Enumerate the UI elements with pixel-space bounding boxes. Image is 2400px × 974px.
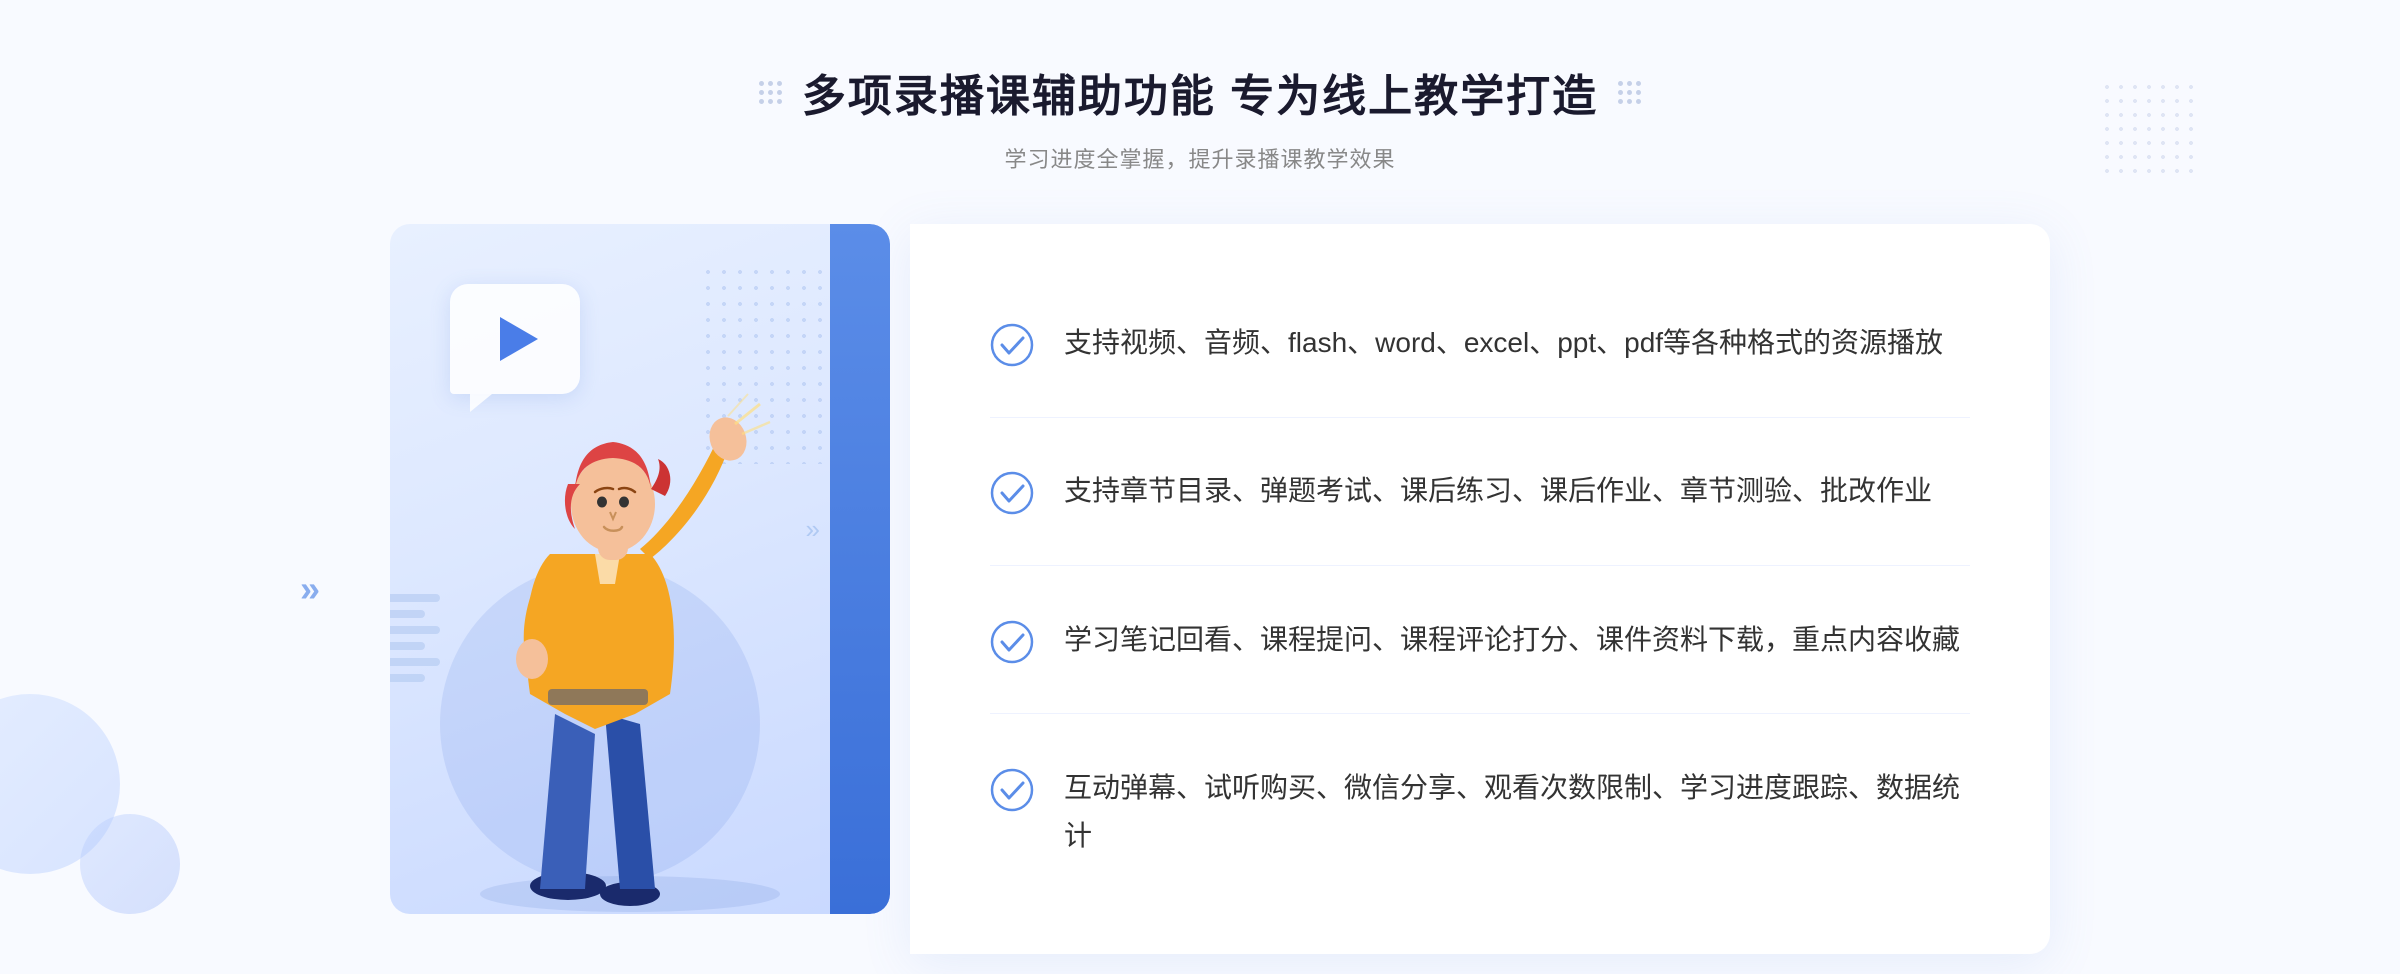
dot-deco xyxy=(1627,81,1632,86)
header-section: 多项录播课辅助功能 专为线上教学打造 xyxy=(759,60,1641,174)
feature-item-3: 学习笔记回看、课程提问、课程评论打分、课件资料下载，重点内容收藏 xyxy=(990,596,1970,684)
content-panel: 支持视频、音频、flash、word、excel、ppt、pdf等各种格式的资源… xyxy=(910,224,2050,954)
feature-item-4: 互动弹幕、试听购买、微信分享、观看次数限制、学习进度跟踪、数据统计 xyxy=(990,744,1970,879)
dot-deco xyxy=(759,90,764,95)
dot-deco xyxy=(768,81,773,86)
dot-deco xyxy=(1627,99,1632,104)
dot-deco xyxy=(1618,81,1623,86)
header-title-row: 多项录播课辅助功能 专为线上教学打造 xyxy=(759,60,1641,124)
dot-deco xyxy=(1627,90,1632,95)
feature-item-2: 支持章节目录、弹题考试、课后练习、课后作业、章节测验、批改作业 xyxy=(990,447,1970,535)
dot-deco xyxy=(1618,99,1623,104)
dot-deco xyxy=(1636,81,1641,86)
page-container: 多项录播课辅助功能 专为线上教学打造 xyxy=(0,0,2400,974)
left-circle-small-deco xyxy=(80,814,180,914)
header-dots-right xyxy=(1618,81,1641,104)
dot-deco xyxy=(759,81,764,86)
header-dots-left xyxy=(759,81,782,104)
feature-text-4: 互动弹幕、试听购买、微信分享、观看次数限制、学习进度跟踪、数据统计 xyxy=(1064,764,1970,859)
dot-deco xyxy=(768,90,773,95)
dot-deco xyxy=(768,99,773,104)
check-circle-icon-2 xyxy=(990,471,1034,515)
main-content: » » xyxy=(350,224,2050,954)
dot-deco xyxy=(777,90,782,95)
chevron-left-icon: » xyxy=(300,568,320,610)
check-circle-icon-3 xyxy=(990,620,1034,664)
feature-text-3: 学习笔记回看、课程提问、课程评论打分、课件资料下载，重点内容收藏 xyxy=(1064,616,1960,664)
dot-deco xyxy=(1636,90,1641,95)
check-circle-icon-4 xyxy=(990,768,1034,812)
page-title: 多项录播课辅助功能 专为线上教学打造 xyxy=(802,60,1598,124)
dot-deco xyxy=(777,81,782,86)
divider-2 xyxy=(990,565,1970,566)
divider-1 xyxy=(990,417,1970,418)
feature-item-1: 支持视频、音频、flash、word、excel、ppt、pdf等各种格式的资源… xyxy=(990,299,1970,387)
page-subtitle: 学习进度全掌握，提升录播课教学效果 xyxy=(759,142,1641,174)
divider-3 xyxy=(990,713,1970,714)
dot-deco xyxy=(759,99,764,104)
illustration-panel: » » xyxy=(350,224,910,954)
person-figure xyxy=(420,334,840,914)
vertical-blue-bar xyxy=(830,224,890,914)
top-right-dots-deco xyxy=(2100,80,2200,180)
feature-text-1: 支持视频、音频、flash、word、excel、ppt、pdf等各种格式的资源… xyxy=(1064,319,1943,367)
dot-deco xyxy=(1636,99,1641,104)
dot-deco xyxy=(1618,90,1623,95)
check-circle-icon-1 xyxy=(990,323,1034,367)
illustration-bg: » xyxy=(390,224,890,914)
dot-deco xyxy=(777,99,782,104)
feature-text-2: 支持章节目录、弹题考试、课后练习、课后作业、章节测验、批改作业 xyxy=(1064,467,1932,515)
